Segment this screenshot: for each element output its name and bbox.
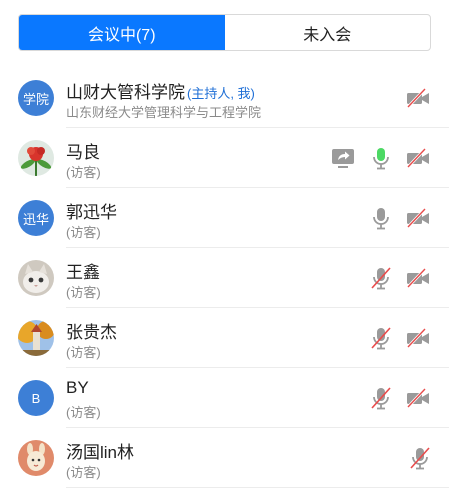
participant-name: 马良: [66, 143, 100, 162]
meeting-tabs: 会议中(7) 未入会: [18, 14, 431, 51]
participant-list: 学院 山财大管科学院 (主持人, 我) 山东财经大学管理科学与工程学院 马良 (访客) 迅华…: [0, 68, 449, 488]
participant-subtitle: (访客): [66, 345, 101, 360]
avatar: [18, 440, 54, 476]
microphone-icon[interactable]: [368, 205, 394, 231]
row-divider: [66, 487, 449, 488]
microphone-icon[interactable]: [368, 145, 394, 171]
participant-name: 张贵杰: [66, 323, 117, 342]
microphone-muted-icon[interactable]: [368, 385, 394, 411]
participant-name: 汤国lin林: [66, 443, 135, 462]
participant-subtitle: (访客): [66, 285, 101, 300]
tab-not-joined[interactable]: 未入会: [225, 15, 431, 50]
avatar: 迅华: [18, 200, 54, 236]
participant-name-line: 郭迅华: [66, 198, 117, 223]
participant-row[interactable]: B BY (访客): [0, 368, 449, 428]
camera-off-icon[interactable]: [405, 325, 431, 351]
avatar: [18, 320, 54, 356]
participant-subtitle: (访客): [66, 465, 101, 480]
participant-subtitle: (访客): [66, 165, 101, 180]
host-tag: (主持人, 我): [187, 86, 255, 101]
participant-name: 王鑫: [66, 263, 100, 282]
participant-row[interactable]: 学院 山财大管科学院 (主持人, 我) 山东财经大学管理科学与工程学院: [0, 68, 449, 128]
avatar: [18, 260, 54, 296]
participant-subtitle: 山东财经大学管理科学与工程学院: [66, 105, 262, 120]
microphone-muted-icon[interactable]: [368, 325, 394, 351]
participant-name-line: BY: [66, 378, 89, 398]
microphone-muted-icon[interactable]: [368, 265, 394, 291]
camera-off-icon[interactable]: [405, 85, 431, 111]
camera-off-icon[interactable]: [405, 205, 431, 231]
participant-row[interactable]: 王鑫 (访客): [0, 248, 449, 308]
participant-subtitle: (访客): [66, 225, 101, 240]
participant-row[interactable]: 汤国lin林 (访客): [0, 428, 449, 488]
participant-row[interactable]: 张贵杰 (访客): [0, 308, 449, 368]
participant-name-line: 山财大管科学院 (主持人, 我): [66, 78, 255, 103]
participant-name: BY: [66, 378, 89, 397]
camera-off-icon[interactable]: [405, 385, 431, 411]
microphone-muted-icon[interactable]: [407, 445, 433, 471]
participant-name-line: 王鑫: [66, 258, 100, 283]
tab-in-meeting[interactable]: 会议中(7): [19, 15, 225, 50]
screen-share-icon[interactable]: [330, 145, 356, 171]
participant-row[interactable]: 马良 (访客): [0, 128, 449, 188]
participant-name-line: 汤国lin林: [66, 438, 134, 463]
participant-name-line: 马良: [66, 138, 100, 163]
camera-off-icon[interactable]: [405, 265, 431, 291]
camera-off-icon[interactable]: [405, 145, 431, 171]
participant-name: 山财大管科学院: [66, 83, 185, 102]
participant-name-line: 张贵杰: [66, 318, 117, 343]
avatar: 学院: [18, 80, 54, 116]
avatar: B: [18, 380, 54, 416]
participant-row[interactable]: 迅华 郭迅华 (访客): [0, 188, 449, 248]
avatar: [18, 140, 54, 176]
participant-name: 郭迅华: [66, 203, 117, 222]
participant-subtitle: (访客): [66, 405, 101, 420]
